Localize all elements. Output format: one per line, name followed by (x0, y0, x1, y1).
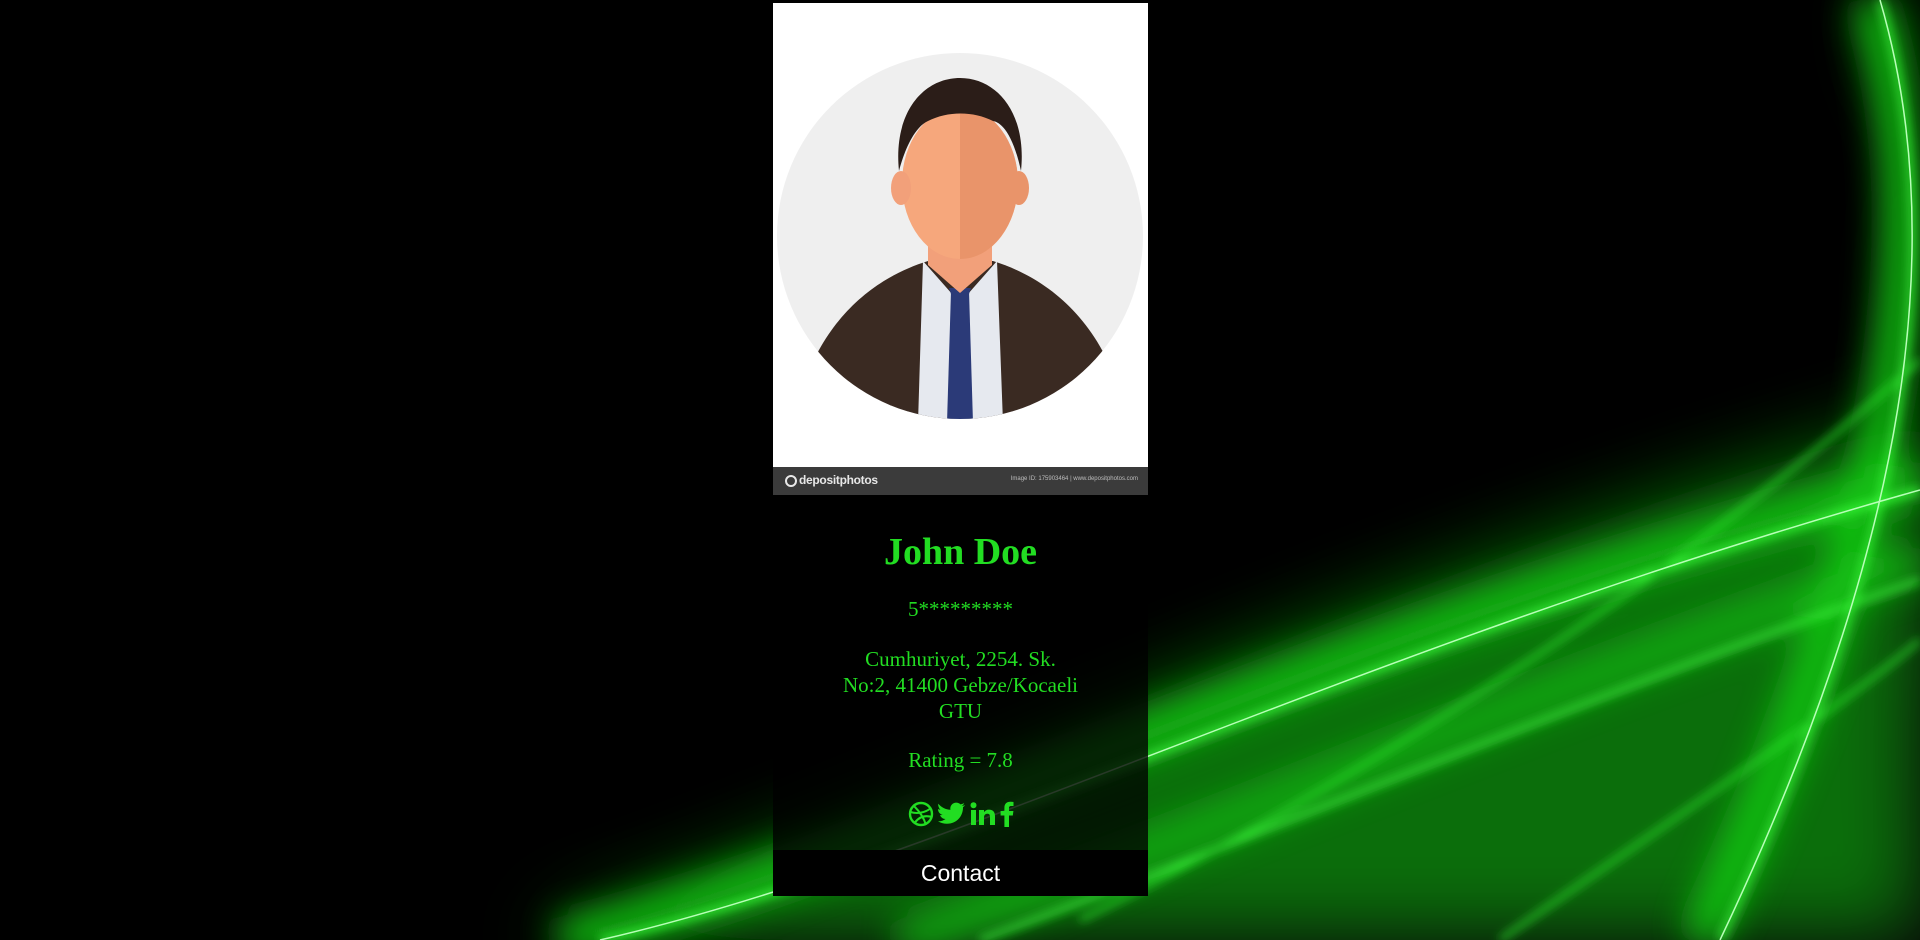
watermark-meta-text: Image ID: 175903464 | www.depositphotos.… (1010, 476, 1138, 482)
contact-button[interactable]: Contact (773, 850, 1148, 896)
watermark-brand-text: depositphotos (799, 473, 878, 487)
linkedin-icon[interactable] (970, 802, 996, 826)
address-line-1: Cumhuriyet, 2254. Sk. (865, 647, 1056, 671)
profile-address: Cumhuriyet, 2254. Sk. No:2, 41400 Gebze/… (828, 646, 1093, 724)
depositphotos-logo: depositphotos (785, 473, 878, 487)
social-links (773, 801, 1148, 827)
address-line-2: No:2, 41400 Gebze/Kocaeli (842, 673, 1078, 697)
address-line-3: GTU (938, 699, 983, 723)
profile-card: depositphotos Image ID: 175903464 | www.… (773, 3, 1148, 896)
profile-photo: depositphotos Image ID: 175903464 | www.… (773, 3, 1148, 495)
profile-info: John Doe 5********* Cumhuriyet, 2254. Sk… (773, 495, 1148, 850)
avatar-illustration (777, 53, 1143, 419)
twitter-icon[interactable] (937, 802, 966, 826)
profile-phone: 5********* (908, 597, 1013, 621)
dribbble-icon[interactable] (908, 801, 934, 827)
profile-rating: Rating = 7.8 (908, 748, 1013, 772)
facebook-icon[interactable] (1000, 801, 1014, 827)
profile-name: John Doe (883, 531, 1038, 573)
watermark-bar: depositphotos Image ID: 175903464 | www.… (773, 467, 1148, 495)
